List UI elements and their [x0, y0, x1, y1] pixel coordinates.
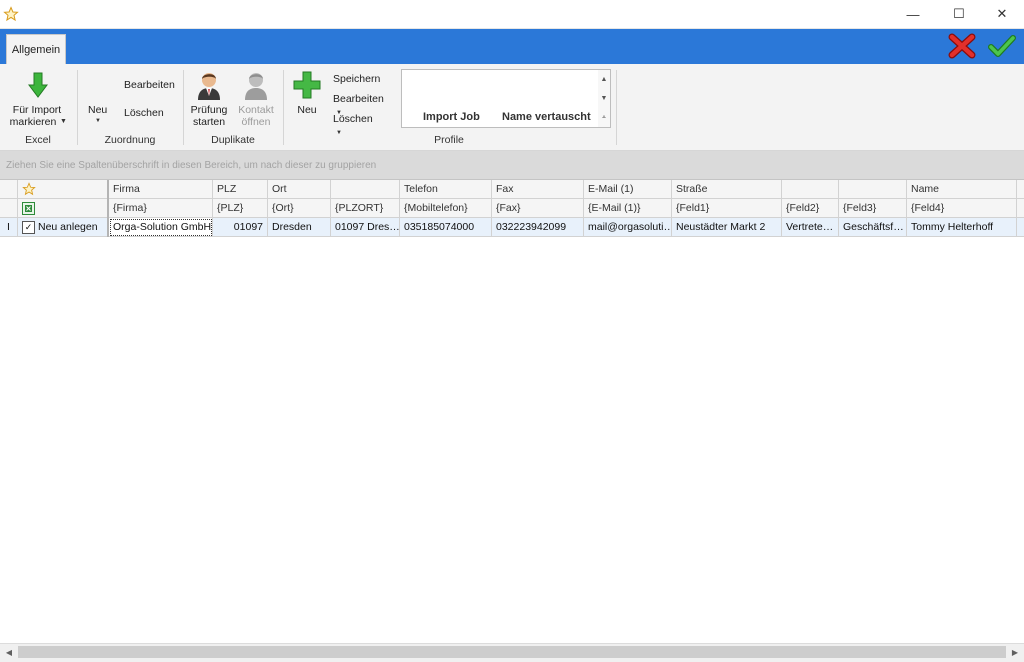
row-action-cell[interactable]: ✓ Neu anlegen	[18, 218, 108, 237]
red-x-icon[interactable]	[948, 33, 976, 59]
column-header-ort[interactable]: Ort	[268, 180, 331, 199]
mapping-cell-feld1[interactable]: {Feld1}	[672, 199, 782, 218]
data-cell-strasse[interactable]: Neustädter Markt 2	[672, 218, 782, 237]
dropdown-arrow-icon: ▼	[95, 118, 101, 124]
column-header-telefon[interactable]: Telefon	[400, 180, 492, 199]
group-label-profile: Profile	[434, 134, 464, 146]
gallery-scroll-up-icon[interactable]: ▲	[598, 70, 610, 89]
maximize-button[interactable]: ☐	[936, 0, 982, 28]
kontakt-label-line2: öffnen	[241, 116, 271, 128]
profil-bearbeiten-button[interactable]: Bearbeiten ▼	[333, 93, 395, 116]
column-header-firma[interactable]: Firma	[109, 180, 213, 199]
column-header-overflow	[1017, 180, 1024, 199]
data-cell-plzort[interactable]: 01097 Dres…	[331, 218, 400, 237]
indicator-mapping	[0, 199, 18, 218]
scroll-right-icon[interactable]: ▶	[1007, 644, 1023, 660]
profil-neu-button[interactable]: Neu	[288, 68, 326, 118]
group-label-duplikate: Duplikate	[211, 134, 255, 146]
mapping-cell-plzort[interactable]: {PLZORT}	[331, 199, 400, 218]
data-cell-fax[interactable]: 032223942099	[492, 218, 584, 237]
mapping-cell-email[interactable]: {E-Mail (1)}	[584, 199, 672, 218]
zuordnung-neu-button[interactable]: Neu ▼	[84, 100, 112, 126]
star-icon	[3, 6, 19, 22]
zuordnung-loeschen-button[interactable]: Löschen	[124, 107, 164, 119]
mapping-cell-plz[interactable]: {PLZ}	[213, 199, 268, 218]
pruefung-label-line1: Prüfung	[190, 104, 228, 116]
action-column-header[interactable]	[18, 180, 108, 199]
group-label-zuordnung: Zuordnung	[104, 134, 156, 146]
person-icon	[245, 73, 267, 100]
group-label-excel: Excel	[25, 134, 51, 146]
scroll-left-icon[interactable]: ◀	[1, 644, 17, 660]
profile-item-import-job[interactable]: Import Job	[423, 111, 480, 123]
data-cell-overflow	[1017, 218, 1024, 237]
profil-loeschen-label: Löschen	[333, 113, 373, 125]
column-header-blank[interactable]	[839, 180, 907, 199]
excel-mapping-cell	[18, 199, 108, 218]
green-arrow-down-icon	[28, 72, 48, 98]
row-checkbox[interactable]: ✓	[22, 220, 35, 234]
profile-item-name-vertauscht[interactable]: Name vertauscht	[502, 111, 591, 123]
column-header-email[interactable]: E-Mail (1)	[584, 180, 672, 199]
gallery-scrollbar: ▲ ▼ ⩡	[598, 69, 611, 128]
column-header-blank[interactable]	[331, 180, 400, 199]
column-header-blank[interactable]	[782, 180, 839, 199]
title-bar: — ☐ ✕	[0, 0, 1024, 29]
data-cell-name[interactable]: Tommy Helterhoff	[907, 218, 1017, 237]
row-indicator: I	[0, 218, 18, 237]
profil-loeschen-button[interactable]: Löschen ▼	[333, 113, 383, 136]
gallery-expand-icon[interactable]: ⩡	[598, 108, 610, 127]
green-check-icon[interactable]	[988, 34, 1016, 58]
data-cell-feld3[interactable]: Geschäftsf…	[839, 218, 907, 237]
profil-bearbeiten-label: Bearbeiten	[333, 93, 384, 105]
profil-neu-label: Neu	[297, 104, 317, 116]
mapping-cell-overflow	[1017, 199, 1024, 218]
gallery-scroll-down-icon[interactable]: ▼	[598, 89, 610, 108]
row-action-label: Neu anlegen	[38, 221, 98, 233]
plus-icon	[293, 71, 321, 99]
zuordnung-bearbeiten-button[interactable]: Bearbeiten	[124, 79, 175, 91]
data-cell-telefon[interactable]: 035185074000	[400, 218, 492, 237]
indicator-header	[0, 180, 18, 199]
minimize-button[interactable]: —	[890, 0, 936, 28]
mapping-cell-feld4[interactable]: {Feld4}	[907, 199, 1017, 218]
fuer-import-markieren-button[interactable]: Für Import markieren ▼	[4, 68, 70, 130]
column-header-strasse[interactable]: Straße	[672, 180, 782, 199]
kontakt-oeffnen-button[interactable]: Kontakt öffnen	[234, 68, 278, 130]
scrollbar-thumb[interactable]	[18, 646, 1006, 658]
profil-speichern-button[interactable]: Speichern	[333, 73, 380, 85]
mapping-cell-feld2[interactable]: {Feld2}	[782, 199, 839, 218]
data-cell-ort[interactable]: Dresden	[268, 218, 331, 237]
mapping-cell-feld3[interactable]: {Feld3}	[839, 199, 907, 218]
group-separator	[616, 70, 617, 145]
tab-allgemein[interactable]: Allgemein	[6, 34, 66, 65]
mapping-cell-mobiltelefon[interactable]: {Mobiltelefon}	[400, 199, 492, 218]
group-by-hint: Ziehen Sie eine Spaltenüberschrift in di…	[6, 160, 377, 171]
data-cell-email[interactable]: mail@orgasoluti…	[584, 218, 672, 237]
pruefung-label-line2: starten	[192, 116, 226, 128]
excel-icon	[22, 201, 35, 215]
column-header-plz[interactable]: PLZ	[213, 180, 268, 199]
data-cell-firma[interactable]: Orga-Solution GmbH	[109, 218, 213, 237]
kontakt-label-line1: Kontakt	[238, 104, 274, 116]
mapping-cell-fax[interactable]: {Fax}	[492, 199, 584, 218]
zuordnung-neu-label: Neu	[88, 104, 108, 116]
column-header-fax[interactable]: Fax	[492, 180, 584, 199]
column-header-name[interactable]: Name	[907, 180, 1017, 199]
import-label-line2: markieren	[9, 116, 57, 128]
data-cell-feld2[interactable]: Vertrete…	[782, 218, 839, 237]
pruefung-starten-button[interactable]: Prüfung starten	[188, 68, 230, 130]
dropdown-arrow-icon: ▼	[60, 118, 67, 125]
close-button[interactable]: ✕	[979, 0, 1024, 28]
import-label-line1: Für Import	[12, 104, 62, 116]
star-icon	[22, 182, 36, 196]
mapping-cell-firma[interactable]: {Firma}	[109, 199, 213, 218]
mapping-cell-ort[interactable]: {Ort}	[268, 199, 331, 218]
data-cell-plz[interactable]: 01097	[213, 218, 268, 237]
person-icon	[198, 73, 220, 100]
ribbon-tab-strip	[0, 29, 1024, 64]
